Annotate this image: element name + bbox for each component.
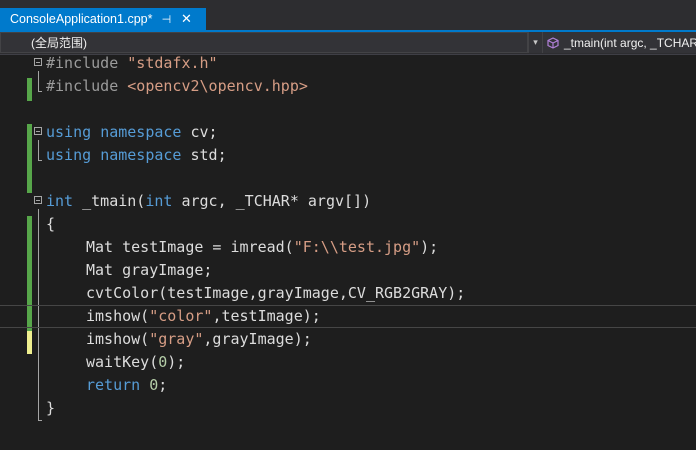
code-text: );: [167, 353, 186, 371]
code-text: Mat testImage = imread(: [86, 238, 294, 256]
code-line-5[interactable]: using namespace std;: [0, 144, 696, 167]
code-line-7[interactable]: int _tmain(int argc, _TCHAR* argv[]): [0, 190, 696, 213]
document-tab-strip: ConsoleApplication1.cpp* ⊣ ✕: [0, 0, 696, 30]
string-literal: "F:\\test.jpg": [293, 238, 421, 256]
code-line-11[interactable]: cvtColor(testImage,grayImage,CV_RGB2GRAY…: [0, 282, 696, 305]
member-dropdown-value: _tmain(int argc, _TCHAR: [564, 35, 696, 50]
code-text: ,testImage);: [212, 307, 321, 325]
collapse-icon[interactable]: [34, 58, 42, 66]
code-editor[interactable]: #include "stdafx.h" #include <opencv2\op…: [0, 52, 696, 450]
keyword: using: [46, 123, 92, 141]
number-literal: 0: [158, 353, 168, 371]
open-brace: {: [46, 215, 56, 233]
code-line-12-current[interactable]: imshow("color",testImage);: [0, 305, 696, 328]
keyword: return: [86, 376, 141, 394]
scope-dropdown[interactable]: (全局范围): [0, 32, 528, 53]
include-path: "stdafx.h": [127, 54, 218, 72]
code-line-9[interactable]: Mat testImage = imread("F:\\test.jpg");: [0, 236, 696, 259]
keyword: int: [145, 192, 173, 210]
method-cube-icon: [547, 36, 559, 49]
code-text: );: [420, 238, 439, 256]
code-text: waitKey(: [86, 353, 159, 371]
string-literal: "gray": [149, 330, 204, 348]
preprocessor-directive: #include: [46, 54, 119, 72]
code-line-14[interactable]: waitKey(0);: [0, 351, 696, 374]
collapse-icon[interactable]: [34, 127, 42, 135]
keyword: namespace: [100, 123, 182, 141]
tab-console-application-cpp[interactable]: ConsoleApplication1.cpp* ⊣ ✕: [0, 8, 206, 30]
code-line-13[interactable]: imshow("gray",grayImage);: [0, 328, 696, 351]
code-line-2[interactable]: #include <opencv2\opencv.hpp>: [0, 75, 696, 98]
code-text: ,grayImage);: [203, 330, 312, 348]
code-line-10[interactable]: Mat grayImage;: [0, 259, 696, 282]
chevron-down-icon[interactable]: ▾: [528, 32, 542, 53]
string-literal: "color": [149, 307, 213, 325]
code-text: imshow(: [86, 307, 150, 325]
code-line-16[interactable]: }: [0, 397, 696, 420]
close-icon[interactable]: ✕: [180, 11, 192, 27]
code-line-4[interactable]: using namespace cv;: [0, 121, 696, 144]
code-text: Mat grayImage;: [86, 261, 213, 279]
collapse-icon[interactable]: [34, 196, 42, 204]
code-line-15[interactable]: return 0;: [0, 374, 696, 397]
preprocessor-directive: #include: [46, 77, 119, 95]
close-brace: }: [46, 399, 56, 417]
keyword: int: [46, 192, 74, 210]
member-dropdown[interactable]: _tmain(int argc, _TCHAR: [542, 32, 696, 53]
tab-title: ConsoleApplication1.cpp*: [10, 12, 153, 26]
code-text: _tmain(: [82, 192, 146, 210]
code-line-1[interactable]: #include "stdafx.h": [0, 52, 696, 75]
code-text: std;: [190, 146, 227, 164]
number-literal: 0: [149, 376, 159, 394]
code-text: ;: [158, 376, 168, 394]
code-text: argc, _TCHAR* argv[]): [181, 192, 372, 210]
include-path: <opencv2\opencv.hpp>: [127, 77, 308, 95]
code-text: imshow(: [86, 330, 150, 348]
code-text: cv;: [190, 123, 218, 141]
keyword: namespace: [100, 146, 182, 164]
outline-guide-end: [38, 420, 42, 421]
pin-icon[interactable]: ⊣: [160, 13, 172, 26]
code-text: cvtColor(testImage,grayImage,CV_RGB2GRAY…: [86, 284, 466, 302]
keyword: using: [46, 146, 92, 164]
scope-dropdown-value: (全局范围): [31, 36, 87, 50]
code-line-8[interactable]: {: [0, 213, 696, 236]
